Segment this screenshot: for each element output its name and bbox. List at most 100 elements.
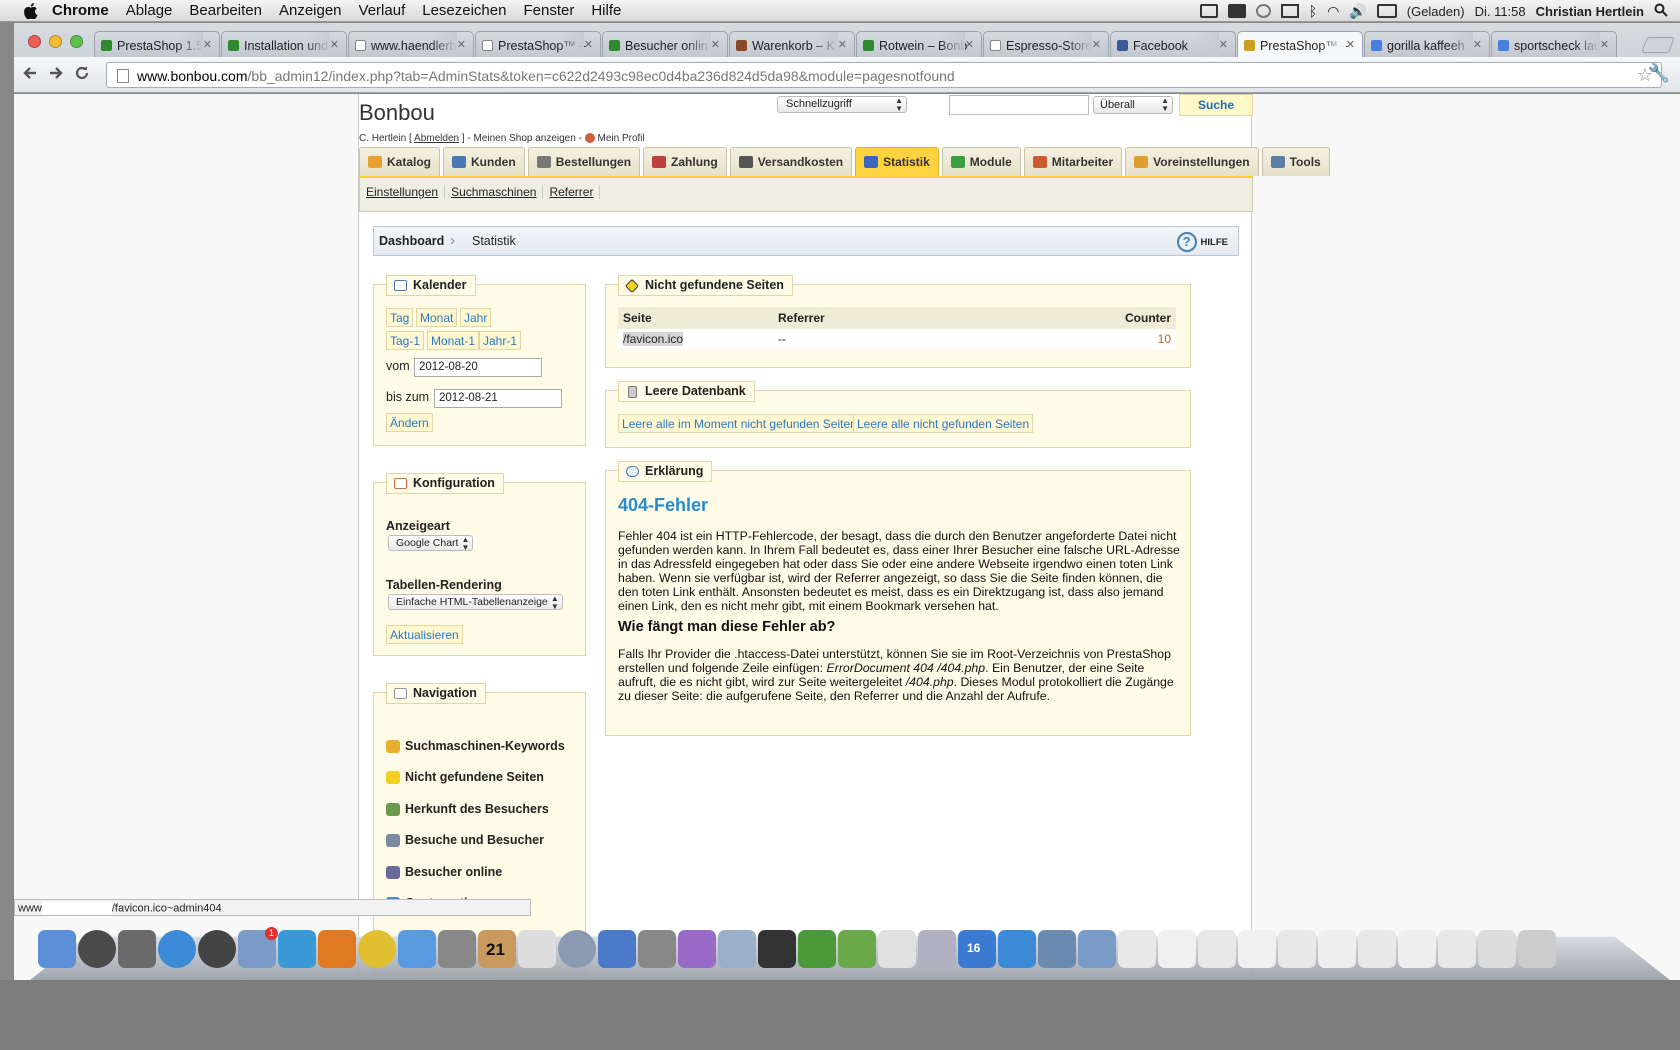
close-tab-icon[interactable]: ✕	[1346, 38, 1355, 51]
dock-app-icon[interactable]	[118, 930, 156, 968]
bluetooth-icon[interactable]: ᛒ	[1309, 3, 1317, 19]
close-window-button[interactable]	[28, 35, 41, 48]
browser-tab[interactable]: PrestaShop™ – ✕	[1237, 31, 1363, 57]
dock-app-icon[interactable]	[518, 930, 556, 968]
dock-app-icon[interactable]	[1278, 930, 1316, 968]
dock-app-icon[interactable]: 16	[958, 930, 996, 968]
dock-app-icon[interactable]	[758, 930, 796, 968]
nav-item[interactable]: Nicht gefundene Seiten	[386, 770, 544, 784]
to-date-input[interactable]: 2012-08-21	[434, 389, 562, 408]
main-tab-voreinstellungen[interactable]: Voreinstellungen	[1125, 147, 1259, 176]
close-tab-icon[interactable]: ✕	[1600, 38, 1609, 51]
dock-app-icon[interactable]	[1038, 930, 1076, 968]
prev-year-button[interactable]: Jahr-1	[479, 331, 522, 350]
dock-app-icon[interactable]	[1358, 930, 1396, 968]
browser-tab[interactable]: Besucher onlin ✕	[602, 31, 728, 57]
dock-app-icon[interactable]	[1478, 930, 1516, 968]
browser-tab[interactable]: www.haendlerb ✕	[348, 31, 474, 57]
dock-app-icon[interactable]	[1198, 930, 1236, 968]
dock-app-icon[interactable]	[1238, 930, 1276, 968]
dock-app-icon[interactable]: 21	[478, 930, 516, 968]
close-tab-icon[interactable]: ✕	[965, 38, 974, 51]
dock-app-icon[interactable]	[998, 930, 1036, 968]
main-tab-zahlung[interactable]: Zahlung	[643, 147, 727, 176]
nav-item[interactable]: Herkunft des Besuchers	[386, 802, 549, 816]
profile-link[interactable]: Mein Profil	[597, 133, 644, 144]
main-tab-katalog[interactable]: Katalog	[359, 147, 441, 176]
table-rendering-select[interactable]: Einfache HTML-Tabellenanzeige ▲ ▼	[388, 594, 563, 611]
column-header-page[interactable]: Seite	[618, 307, 773, 329]
main-tab-tools[interactable]: Tools	[1261, 147, 1330, 176]
help-button[interactable]: ? HILFE	[1176, 232, 1228, 252]
subtab-suchmaschinen[interactable]: Suchmaschinen	[451, 185, 544, 199]
close-tab-icon[interactable]: ✕	[330, 38, 339, 51]
dock-app-icon[interactable]	[198, 930, 236, 968]
dock-app-icon[interactable]	[38, 930, 76, 968]
apple-icon[interactable]	[20, 0, 42, 22]
close-tab-icon[interactable]: ✕	[203, 38, 212, 51]
back-button[interactable]	[22, 65, 38, 86]
dock-app-icon[interactable]	[678, 930, 716, 968]
dock-app-icon[interactable]	[1438, 930, 1476, 968]
dock-app-icon[interactable]	[438, 930, 476, 968]
time-machine-icon[interactable]	[1255, 4, 1271, 18]
logout-link[interactable]: Abmelden	[414, 133, 459, 144]
dock-app-icon[interactable]	[918, 930, 956, 968]
browser-tab[interactable]: gorilla kaffeeh ✕	[1364, 31, 1490, 57]
admin-search-input[interactable]	[949, 95, 1089, 115]
main-tab-module[interactable]: Module	[941, 147, 1021, 176]
menu-item-fenster[interactable]: Fenster	[523, 2, 574, 19]
dock-app-icon[interactable]	[158, 930, 196, 968]
column-header-counter[interactable]: Counter	[975, 307, 1176, 329]
dock-app-icon[interactable]	[1398, 930, 1436, 968]
browser-tab[interactable]: PrestaShop 1.5 ✕	[94, 31, 220, 57]
volume-icon[interactable]: 🔊	[1349, 3, 1366, 20]
dock-app-icon[interactable]	[1118, 930, 1156, 968]
nav-item[interactable]: Besucher online	[386, 865, 502, 879]
dock-app-icon[interactable]	[398, 930, 436, 968]
column-header-referrer[interactable]: Referrer	[773, 307, 976, 329]
browser-tab[interactable]: Rotwein – Bonb ✕	[856, 31, 982, 57]
close-tab-icon[interactable]: ✕	[457, 38, 466, 51]
new-tab-button[interactable]	[1641, 37, 1675, 53]
empty-all-button[interactable]: Leere alle nicht gefunden Seiten	[853, 414, 1034, 433]
address-bar[interactable]: www.bonbou.com/bb_admin12/index.php?tab=…	[106, 62, 1662, 88]
nav-item[interactable]: Besuche und Besucher	[386, 833, 544, 847]
menu-item-verlauf[interactable]: Verlauf	[359, 2, 406, 19]
zoom-window-button[interactable]	[70, 35, 83, 48]
wifi-icon[interactable]: ◠	[1327, 3, 1339, 20]
dock-app-icon[interactable]	[1078, 930, 1116, 968]
display-icon[interactable]	[1280, 4, 1299, 18]
prev-day-button[interactable]: Tag-1	[386, 331, 425, 350]
change-date-button[interactable]: Ändern	[386, 413, 433, 432]
close-tab-icon[interactable]: ✕	[1219, 38, 1228, 51]
search-scope-select[interactable]: Überall ▲ ▼	[1093, 96, 1173, 114]
from-date-input[interactable]: 2012-08-20	[414, 358, 542, 377]
menu-item-hilfe[interactable]: Hilfe	[591, 2, 621, 19]
dock-app-icon[interactable]	[878, 930, 916, 968]
wrench-menu-icon[interactable]: 🔧	[1648, 63, 1670, 84]
dock-app-icon[interactable]	[718, 930, 756, 968]
dock-app-icon[interactable]	[278, 930, 316, 968]
menu-item-ablage[interactable]: Ablage	[126, 2, 173, 19]
dock-app-icon[interactable]	[358, 930, 396, 968]
empty-current-button[interactable]: Leere alle im Moment nicht gefunden Seit…	[618, 414, 861, 433]
breadcrumb-dashboard[interactable]: Dashboard	[379, 234, 444, 248]
display-type-select[interactable]: Google Chart ▲ ▼	[388, 535, 474, 552]
close-tab-icon[interactable]: ✕	[711, 38, 720, 51]
forward-button[interactable]	[48, 65, 64, 86]
quick-access-select[interactable]: Schnellzugriff ▲ ▼	[777, 96, 907, 113]
dock-app-icon[interactable]	[1158, 930, 1196, 968]
main-tab-mitarbeiter[interactable]: Mitarbeiter	[1023, 147, 1123, 176]
browser-tab[interactable]: Espresso-Store ✕	[983, 31, 1109, 57]
dock-app-icon[interactable]	[558, 930, 596, 968]
browser-tab[interactable]: sportscheck lau ✕	[1491, 31, 1617, 57]
search-button[interactable]: Suche	[1179, 94, 1253, 116]
minimize-window-button[interactable]	[49, 35, 62, 48]
dock-app-icon[interactable]	[598, 930, 636, 968]
spotlight-icon[interactable]	[1654, 3, 1668, 20]
close-tab-icon[interactable]: ✕	[584, 38, 593, 51]
dropbox-icon[interactable]	[1199, 4, 1218, 18]
menu-item-lesezeichen[interactable]: Lesezeichen	[422, 2, 506, 19]
dock-app-icon[interactable]: 1	[238, 927, 278, 968]
